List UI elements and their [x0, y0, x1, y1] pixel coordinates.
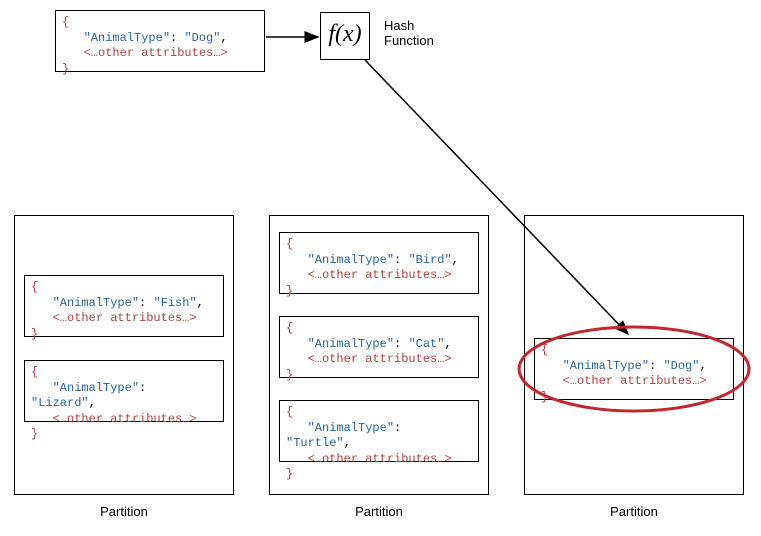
json-key: "AnimalType": [308, 253, 394, 267]
json-key: "AnimalType": [53, 381, 139, 395]
brace-open: {: [31, 280, 38, 294]
json-colon: :: [394, 337, 408, 351]
brace-open: {: [286, 237, 293, 251]
brace-close: }: [286, 368, 293, 382]
brace-open: {: [62, 15, 69, 29]
json-comma: ,: [220, 31, 227, 45]
json-colon: :: [139, 381, 146, 395]
json-colon: :: [394, 253, 408, 267]
json-other: <…other attributes…>: [308, 452, 452, 466]
partition-label-1: Partition: [269, 504, 489, 519]
brace-close: }: [62, 62, 69, 76]
json-key: "AnimalType": [308, 421, 394, 435]
json-value: "Fish": [153, 296, 196, 310]
hash-function-box: f(x): [320, 12, 370, 60]
partition-label-2: Partition: [524, 504, 744, 519]
json-colon: :: [394, 421, 401, 435]
brace-close: }: [31, 427, 38, 441]
hash-function-label: Hash Function: [384, 18, 454, 48]
hash-function-symbol: f(x): [328, 21, 361, 47]
json-other: <…other attributes…>: [308, 268, 452, 282]
record-dog: { "AnimalType": "Dog", <…other attribute…: [534, 338, 734, 400]
json-other: <…other attributes…>: [308, 352, 452, 366]
json-other: <…other attributes…>: [53, 412, 197, 426]
brace-close: }: [286, 467, 293, 481]
brace-open: {: [541, 343, 548, 357]
brace-close: }: [541, 390, 548, 404]
json-value: "Lizard": [31, 396, 89, 410]
json-key: "AnimalType": [53, 296, 139, 310]
json-value: "Turtle": [286, 436, 344, 450]
json-other: <…other attributes…>: [53, 311, 197, 325]
json-comma: ,: [452, 253, 459, 267]
json-comma: ,: [699, 359, 706, 373]
brace-close: }: [286, 284, 293, 298]
json-other: <…other attributes…>: [84, 46, 228, 60]
json-value: "Dog": [663, 359, 699, 373]
record-bird: { "AnimalType": "Bird", <…other attribut…: [279, 232, 479, 294]
json-value: "Dog": [184, 31, 220, 45]
record-turtle: { "AnimalType": "Turtle", <…other attrib…: [279, 400, 479, 462]
json-other: <…other attributes…>: [563, 374, 707, 388]
json-value: "Cat": [408, 337, 444, 351]
json-key: "AnimalType": [84, 31, 170, 45]
json-comma: ,: [444, 337, 451, 351]
brace-open: {: [286, 321, 293, 335]
json-value: "Bird": [408, 253, 451, 267]
record-cat: { "AnimalType": "Cat", <…other attribute…: [279, 316, 479, 378]
json-key: "AnimalType": [563, 359, 649, 373]
json-comma: ,: [197, 296, 204, 310]
json-colon: :: [139, 296, 153, 310]
partition-label-0: Partition: [14, 504, 234, 519]
partition-box-0: [14, 215, 234, 495]
json-comma: ,: [89, 396, 96, 410]
brace-close: }: [31, 327, 38, 341]
record-fish: { "AnimalType": "Fish", <…other attribut…: [24, 275, 224, 337]
input-record: { "AnimalType": "Dog", <…other attribute…: [55, 10, 265, 72]
json-key: "AnimalType": [308, 337, 394, 351]
brace-open: {: [31, 365, 38, 379]
record-lizard: { "AnimalType": "Lizard", <…other attrib…: [24, 360, 224, 422]
json-colon: :: [170, 31, 184, 45]
json-comma: ,: [344, 436, 351, 450]
brace-open: {: [286, 405, 293, 419]
json-colon: :: [649, 359, 663, 373]
